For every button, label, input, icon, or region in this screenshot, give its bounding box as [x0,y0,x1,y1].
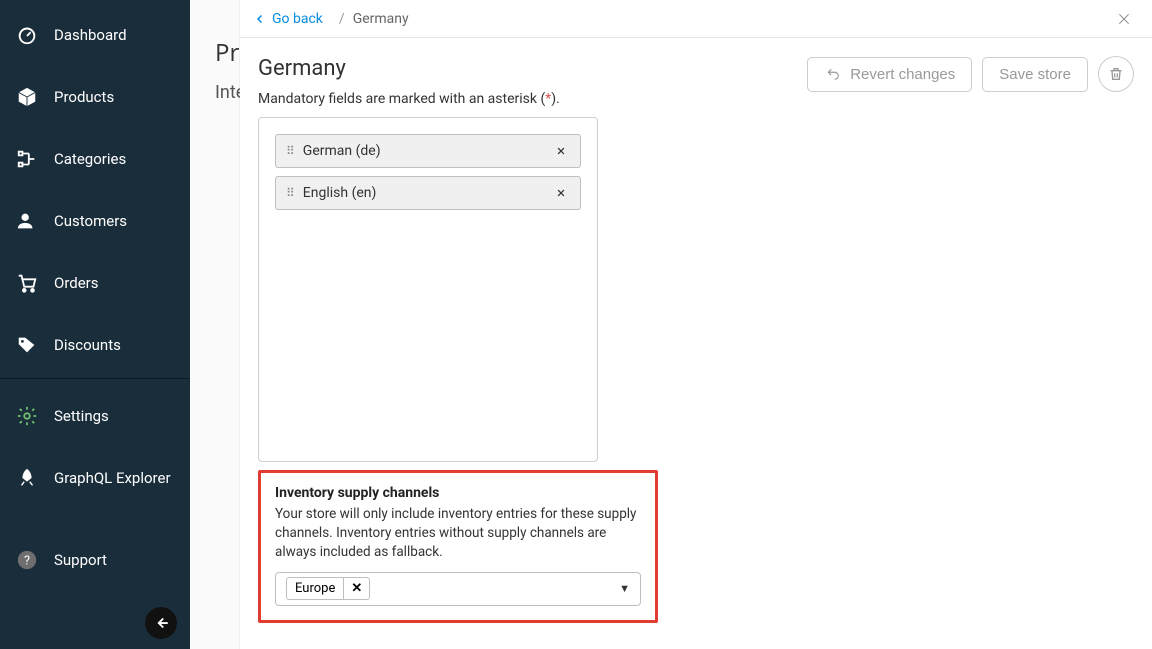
language-chip[interactable]: ⠿ English (en) [275,176,581,210]
mandatory-suffix: ). [551,91,560,107]
go-back-label: Go back [272,11,323,27]
sidebar-item-label: Discounts [54,336,121,354]
sidebar-item-orders[interactable]: Orders [0,252,190,314]
drag-handle-icon[interactable]: ⠿ [286,144,295,158]
supply-channels-select[interactable]: Europe ✕ ▼ [275,572,641,606]
inventory-supply-channels-section: Inventory supply channels Your store wil… [258,470,658,623]
settings-icon [16,405,54,427]
save-button[interactable]: Save store [982,57,1088,92]
sidebar-divider [0,378,190,379]
sidebar-item-discounts[interactable]: Discounts [0,314,190,376]
sidebar-item-label: Dashboard [54,26,127,44]
orders-icon [16,272,54,294]
dashboard-icon [16,24,54,46]
sidebar-item-label: Categories [54,150,126,168]
discounts-icon [16,334,54,356]
rocket-icon [16,467,54,489]
sidebar-item-label: Products [54,88,114,106]
revert-button[interactable]: Revert changes [807,57,972,92]
x-icon [556,188,566,198]
products-icon [16,86,54,108]
remove-language-button[interactable] [552,186,570,200]
delete-button[interactable] [1098,56,1134,92]
sidebar-collapse-button[interactable] [145,607,177,639]
section-description: Your store will only include inventory e… [275,505,641,562]
selected-channel-label: Europe [287,578,343,599]
x-icon [556,146,566,156]
language-chip[interactable]: ⠿ German (de) [275,134,581,168]
remove-channel-button[interactable]: ✕ [343,578,369,599]
caret-down-icon: ▼ [619,582,630,595]
language-label: English (en) [303,185,377,201]
sidebar-item-label: Orders [54,274,99,292]
sidebar-item-support[interactable]: ? Support [0,529,190,591]
go-back-link[interactable]: Go back [254,11,323,27]
save-label: Save store [999,66,1071,83]
sidebar-item-label: Settings [54,407,109,425]
action-buttons: Revert changes Save store [807,56,1134,92]
panel-title-row: Germany Mandatory fields are marked with… [240,38,1152,117]
trash-icon [1108,66,1124,82]
revert-icon [824,67,842,81]
detail-panel: Go back / Germany Germany Mandatory fiel… [240,0,1152,649]
panel-title: Germany [258,56,560,81]
sidebar: Dashboard Products Categories Customers [0,0,190,649]
sidebar-item-dashboard[interactable]: Dashboard [0,4,190,66]
section-heading: Inventory supply channels [275,485,641,501]
panel-content: ⠿ German (de) ⠿ English (en) Inventory s… [240,117,1152,641]
svg-text:?: ? [24,554,30,569]
sidebar-item-categories[interactable]: Categories [0,128,190,190]
categories-icon [16,148,54,170]
close-button[interactable] [1110,5,1138,33]
language-label: German (de) [303,143,381,159]
sidebar-item-label: Customers [54,212,127,230]
selected-channel-tag: Europe ✕ [286,577,370,600]
remove-language-button[interactable] [552,144,570,158]
sidebar-item-products[interactable]: Products [0,66,190,128]
support-icon: ? [16,549,54,571]
languages-card: ⠿ German (de) ⠿ English (en) [258,117,598,462]
sidebar-item-label: GraphQL Explorer [54,469,171,487]
sidebar-item-customers[interactable]: Customers [0,190,190,252]
sidebar-item-label: Support [54,551,107,569]
chevron-left-icon [254,13,266,25]
customers-icon [16,210,54,232]
mandatory-prefix: Mandatory fields are marked with an aste… [258,91,545,107]
sidebar-item-settings[interactable]: Settings [0,385,190,447]
sidebar-main-section: Dashboard Products Categories Customers [0,0,190,376]
breadcrumb-current: Germany [353,11,409,27]
mandatory-note: Mandatory fields are marked with an aste… [258,91,560,107]
revert-label: Revert changes [850,66,955,83]
sidebar-secondary-section: Settings GraphQL Explorer [0,381,190,509]
panel-header: Go back / Germany [240,0,1152,38]
breadcrumb: Go back / Germany [254,11,409,27]
breadcrumb-separator: / [339,11,345,27]
drag-handle-icon[interactable]: ⠿ [286,186,295,200]
panel-title-block: Germany Mandatory fields are marked with… [258,56,560,107]
sidebar-item-graphql-explorer[interactable]: GraphQL Explorer [0,447,190,509]
close-icon [1116,11,1132,27]
